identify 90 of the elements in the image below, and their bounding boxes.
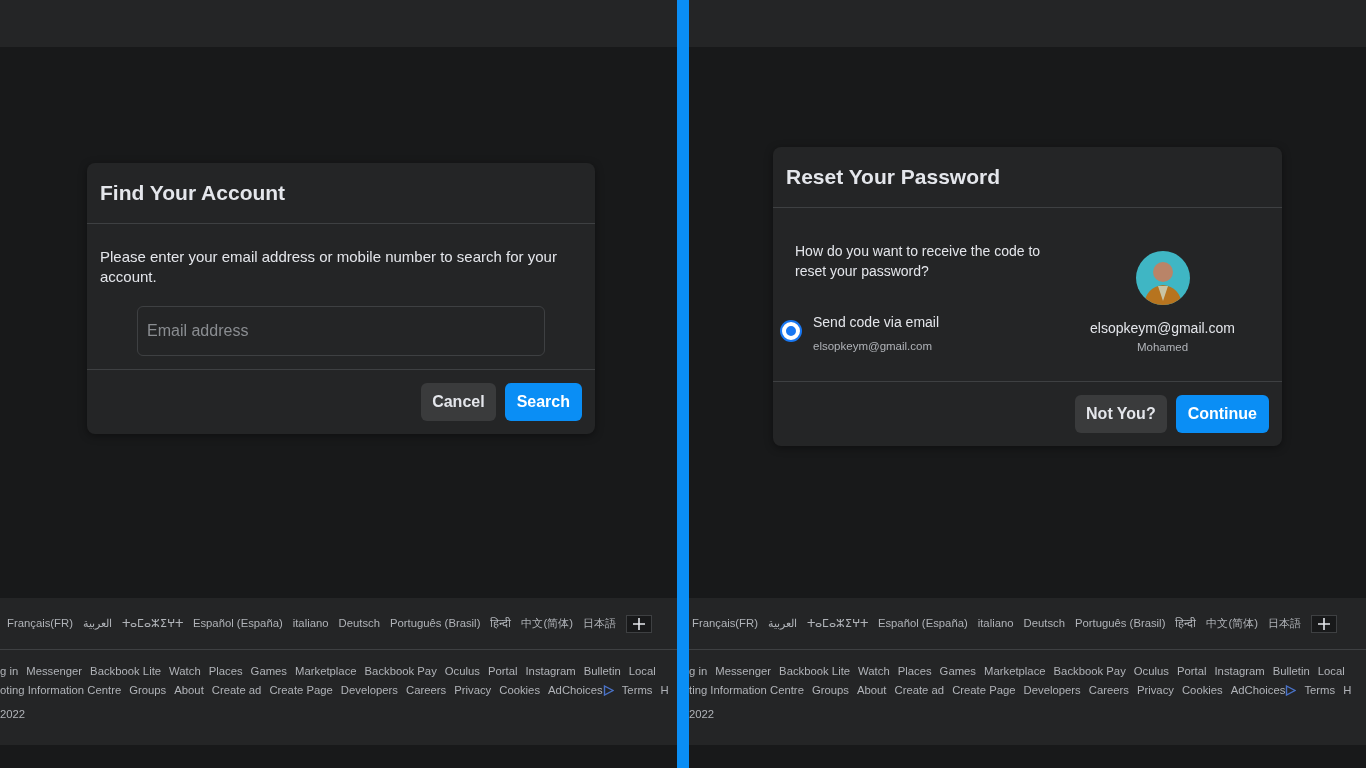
- footer-link[interactable]: Groups: [811, 681, 849, 700]
- account-email: elsopkeym@gmail.com: [1090, 318, 1235, 338]
- footer-link[interactable]: AdChoices: [548, 681, 603, 700]
- language-link[interactable]: Deutsch: [1023, 615, 1065, 632]
- footer-link[interactable]: Create ad: [211, 681, 262, 700]
- footer-link[interactable]: Oculus: [1133, 662, 1169, 681]
- footer-link[interactable]: Cookies: [1181, 681, 1223, 700]
- footer-link[interactable]: Messenger: [26, 662, 83, 681]
- language-link[interactable]: Español (España): [192, 615, 283, 632]
- footer-link[interactable]: Backbook Pay: [1053, 662, 1126, 681]
- footer-link[interactable]: Portal: [1176, 662, 1207, 681]
- footer-link[interactable]: Create Page: [952, 681, 1016, 700]
- footer-link[interactable]: Backbook Pay: [364, 662, 437, 681]
- footer-link[interactable]: Careers: [1088, 681, 1129, 700]
- plus-icon: [1316, 616, 1331, 631]
- footer-link[interactable]: Messenger: [715, 662, 772, 681]
- footer-link[interactable]: g in: [689, 662, 708, 681]
- language-link[interactable]: Español (España): [877, 615, 968, 632]
- footer-link[interactable]: Places: [208, 662, 243, 681]
- footer-link[interactable]: Marketplace: [295, 662, 357, 681]
- copyright-text: 2022: [689, 707, 716, 722]
- footer-link[interactable]: g in: [0, 662, 19, 681]
- footer-link[interactable]: Careers: [406, 681, 447, 700]
- dialog-title: Find Your Account: [87, 163, 595, 224]
- footer-link[interactable]: Instagram: [525, 662, 576, 681]
- email-field[interactable]: Email address: [137, 305, 545, 356]
- footer-link[interactable]: H: [660, 681, 669, 700]
- footer-link[interactable]: Privacy: [454, 681, 492, 700]
- footer-link[interactable]: Local: [1317, 662, 1345, 681]
- footer-link[interactable]: AdChoices: [1230, 681, 1286, 700]
- footer-link[interactable]: About: [856, 681, 887, 700]
- copyright-text: 2022: [0, 707, 27, 722]
- language-link[interactable]: Français(FR): [692, 615, 758, 632]
- language-link[interactable]: italiano: [977, 615, 1014, 632]
- footer-link[interactable]: Privacy: [1136, 681, 1174, 700]
- footer-link[interactable]: Watch: [858, 662, 890, 681]
- footer-link[interactable]: Cookies: [499, 681, 541, 700]
- footer-link[interactable]: Terms: [621, 681, 653, 700]
- language-link[interactable]: ⵜⴰⵎⴰⵣⵉⵖⵜ: [121, 615, 183, 632]
- language-link[interactable]: 日本語: [1267, 615, 1301, 632]
- language-link[interactable]: العربية: [82, 615, 112, 632]
- footer-link[interactable]: Local: [628, 662, 656, 681]
- footer-link[interactable]: Backbook Lite: [779, 662, 851, 681]
- language-link[interactable]: Português (Brasil): [390, 615, 481, 632]
- language-link[interactable]: हिन्दी: [490, 615, 512, 632]
- language-link[interactable]: Français(FR): [7, 615, 73, 632]
- language-link[interactable]: Português (Brasil): [1075, 615, 1166, 632]
- footer-link[interactable]: Create ad: [894, 681, 945, 700]
- account-name: Mohamed: [1136, 339, 1189, 355]
- footer-link[interactable]: Create Page: [269, 681, 333, 700]
- footer-link[interactable]: Bulletin: [1272, 662, 1310, 681]
- footer-link[interactable]: Backbook Lite: [90, 662, 162, 681]
- dialog-message: How do you want to receive the code to reset your password?: [795, 241, 1042, 281]
- footer-link[interactable]: H: [1343, 681, 1352, 700]
- footer-link[interactable]: Bulletin: [583, 662, 621, 681]
- language-link[interactable]: ⵜⴰⵎⴰⵣⵉⵖⵜ: [806, 615, 868, 632]
- radio-button[interactable]: [782, 321, 800, 340]
- dialog-button[interactable]: Cancel: [421, 382, 496, 421]
- dialog-message: Please enter your email address or mobile number to search for your account.: [100, 246, 558, 287]
- footer-link[interactable]: ting Information Centre: [689, 681, 804, 700]
- footer-link[interactable]: About: [174, 681, 204, 700]
- footer-link[interactable]: Watch: [169, 662, 201, 681]
- language-link[interactable]: italiano: [292, 615, 329, 632]
- dialog-title: Reset Your Password: [773, 147, 1282, 208]
- footer-link[interactable]: Places: [897, 662, 932, 681]
- add-language-button[interactable]: [625, 614, 652, 633]
- footer-link[interactable]: Instagram: [1214, 662, 1265, 681]
- language-link[interactable]: 中文(简体): [1206, 615, 1258, 632]
- footer-link[interactable]: Developers: [340, 681, 398, 700]
- option-detail: elsopkeym@gmail.com: [813, 338, 934, 354]
- option-label: Send code via email: [813, 312, 940, 332]
- plus-icon: [631, 616, 646, 631]
- language-link[interactable]: 日本語: [582, 615, 616, 632]
- footer-link[interactable]: Games: [939, 662, 977, 681]
- language-link[interactable]: Deutsch: [338, 615, 380, 632]
- footer-link[interactable]: oting Information Centre: [0, 681, 122, 700]
- footer-link[interactable]: Developers: [1023, 681, 1081, 700]
- language-link[interactable]: 中文(简体): [521, 615, 573, 632]
- dialog-button[interactable]: Not You?: [1075, 394, 1167, 433]
- play-triangle-icon: [602, 685, 614, 696]
- footer-link[interactable]: Games: [250, 662, 288, 681]
- footer-link[interactable]: Terms: [1304, 681, 1336, 700]
- footer-link[interactable]: Groups: [129, 681, 167, 700]
- footer-link[interactable]: Marketplace: [984, 662, 1046, 681]
- play-triangle-icon: [1285, 685, 1297, 696]
- footer-link[interactable]: Portal: [487, 662, 518, 681]
- footer-link[interactable]: Oculus: [444, 662, 480, 681]
- language-link[interactable]: हिन्दी: [1175, 615, 1197, 632]
- add-language-button[interactable]: [1310, 614, 1337, 633]
- language-link[interactable]: العربية: [767, 615, 797, 632]
